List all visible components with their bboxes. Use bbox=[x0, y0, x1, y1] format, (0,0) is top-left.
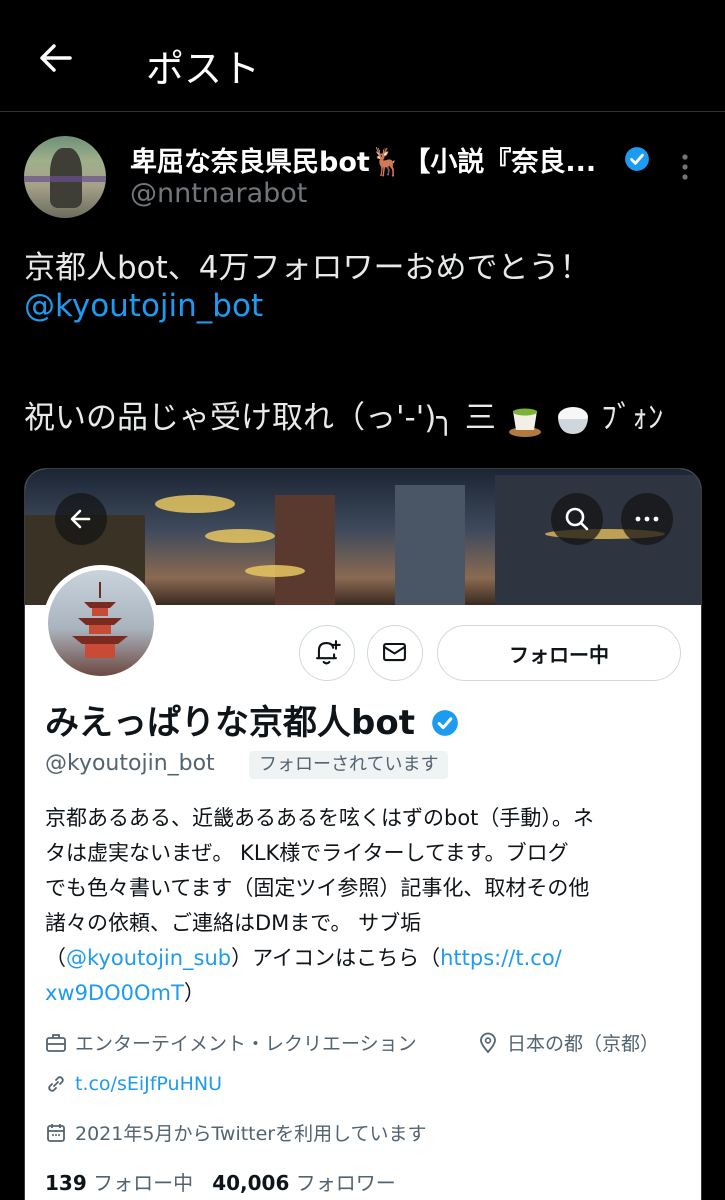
bio-line: xw9DO0OmT） bbox=[45, 976, 685, 1011]
rice-bowl-icon bbox=[557, 406, 588, 434]
post-text-line: 京都人bot、4万フォロワーおめでとう！ bbox=[24, 250, 591, 286]
notification-button bbox=[299, 625, 355, 681]
profile-handle: @kyoutojin_bot bbox=[45, 751, 215, 776]
message-button bbox=[367, 625, 423, 681]
profile-screenshot-card[interactable]: フォロー中 みえっぱりな京都人bot @kyoutojin_bot フォローされ… bbox=[24, 468, 702, 1200]
following-button: フォロー中 bbox=[437, 625, 681, 681]
profile-bio: 京都あるある、近畿あるあるを呟くはずのbot（手動）。ネ タは虚実ないまぜ。 K… bbox=[45, 801, 685, 1011]
location-text: 日本の都（京都） bbox=[507, 1033, 660, 1055]
follows-you-badge: フォローされています bbox=[249, 751, 449, 779]
bio-line: タは虚実ないまぜ。 KLK様でライターしてます。ブログ bbox=[45, 841, 569, 865]
location-pin-icon bbox=[480, 1032, 496, 1053]
briefcase-icon bbox=[46, 1033, 66, 1052]
green-tea-icon bbox=[508, 408, 541, 437]
bio-line: （@kyoutojin_sub）アイコンはこちら（https://t.co/ bbox=[45, 941, 685, 976]
joined-text: 2021年5月からTwitterを利用しています bbox=[75, 1123, 427, 1145]
bio-text: （ bbox=[45, 946, 66, 970]
display-name-text: みえっぱりな京都人bot bbox=[45, 703, 415, 743]
page-title: ポスト bbox=[146, 47, 261, 91]
top-bar: ポスト bbox=[0, 0, 725, 112]
post-text-fragment: 祝いの品じゃ受け取れ（っ'-')╮ 三 bbox=[24, 400, 496, 436]
more-vertical-icon[interactable] bbox=[672, 150, 698, 184]
follow-counts: 139 フォロー中 40,006 フォロワー bbox=[45, 1167, 396, 1196]
website-link: t.co/sEiJfPuHNU bbox=[75, 1073, 223, 1095]
verified-badge-icon bbox=[625, 147, 649, 171]
back-arrow-icon bbox=[70, 509, 91, 529]
bio-line: 京都あるある、近畿あるあるを呟くはずのbot（手動）。ネ bbox=[45, 806, 594, 830]
author-avatar[interactable] bbox=[24, 136, 106, 218]
profile-category: エンターテイメント・レクリエーション bbox=[45, 1029, 417, 1056]
category-text: エンターテイメント・レクリエーション bbox=[75, 1033, 417, 1055]
profile-location: 日本の都（京都） bbox=[477, 1029, 659, 1056]
card-back-button bbox=[55, 493, 107, 545]
bio-line: 諸々の依頼、ご連絡はDMまで。 サブ垢 bbox=[45, 911, 422, 935]
author-name[interactable]: 卑屈な奈良県民bot🦌【小説『奈良... bbox=[130, 140, 596, 179]
mail-icon bbox=[383, 642, 406, 662]
card-more-button bbox=[621, 493, 673, 545]
search-icon bbox=[565, 507, 589, 531]
followers-label: フォロワー bbox=[295, 1171, 396, 1195]
profile-display-name: みえっぱりな京都人bot bbox=[45, 695, 459, 744]
following-count: 139 bbox=[45, 1171, 87, 1195]
post-mention-link[interactable]: @kyoutojin_bot bbox=[24, 288, 263, 324]
notification-bell-plus-icon bbox=[315, 640, 341, 665]
back-arrow-icon[interactable] bbox=[36, 38, 76, 78]
bio-url-link: https://t.co/ bbox=[440, 946, 562, 970]
bio-sub-account-link: @kyoutojin_sub bbox=[66, 946, 232, 970]
more-horizontal-icon bbox=[635, 516, 659, 522]
pagoda-image bbox=[72, 582, 128, 658]
post-text-line: 祝いの品じゃ受け取れ（っ'-')╮ 三 ﾌﾞｫﾝ bbox=[24, 392, 663, 439]
card-search-button bbox=[551, 493, 603, 545]
bio-text: ） bbox=[183, 981, 205, 1005]
calendar-icon bbox=[47, 1123, 65, 1142]
verified-badge-icon bbox=[431, 710, 458, 736]
bio-line: でも色々書いてます（固定ツイ参照）記事化、取材その他 bbox=[45, 876, 590, 900]
bio-text: ）アイコンはこちら（ bbox=[231, 946, 441, 970]
profile-joined-date: 2021年5月からTwitterを利用しています bbox=[45, 1119, 427, 1146]
following-label: フォロー中 bbox=[93, 1171, 194, 1195]
bio-url-link: xw9DO0OmT bbox=[45, 981, 184, 1005]
author-handle[interactable]: @nntnarabot bbox=[130, 178, 307, 209]
profile-website: t.co/sEiJfPuHNU bbox=[45, 1073, 222, 1095]
post-text-fragment: ﾌﾞｫﾝ bbox=[601, 400, 664, 436]
followers-count: 40,006 bbox=[212, 1171, 290, 1195]
link-icon bbox=[48, 1076, 64, 1092]
profile-avatar bbox=[43, 565, 159, 681]
